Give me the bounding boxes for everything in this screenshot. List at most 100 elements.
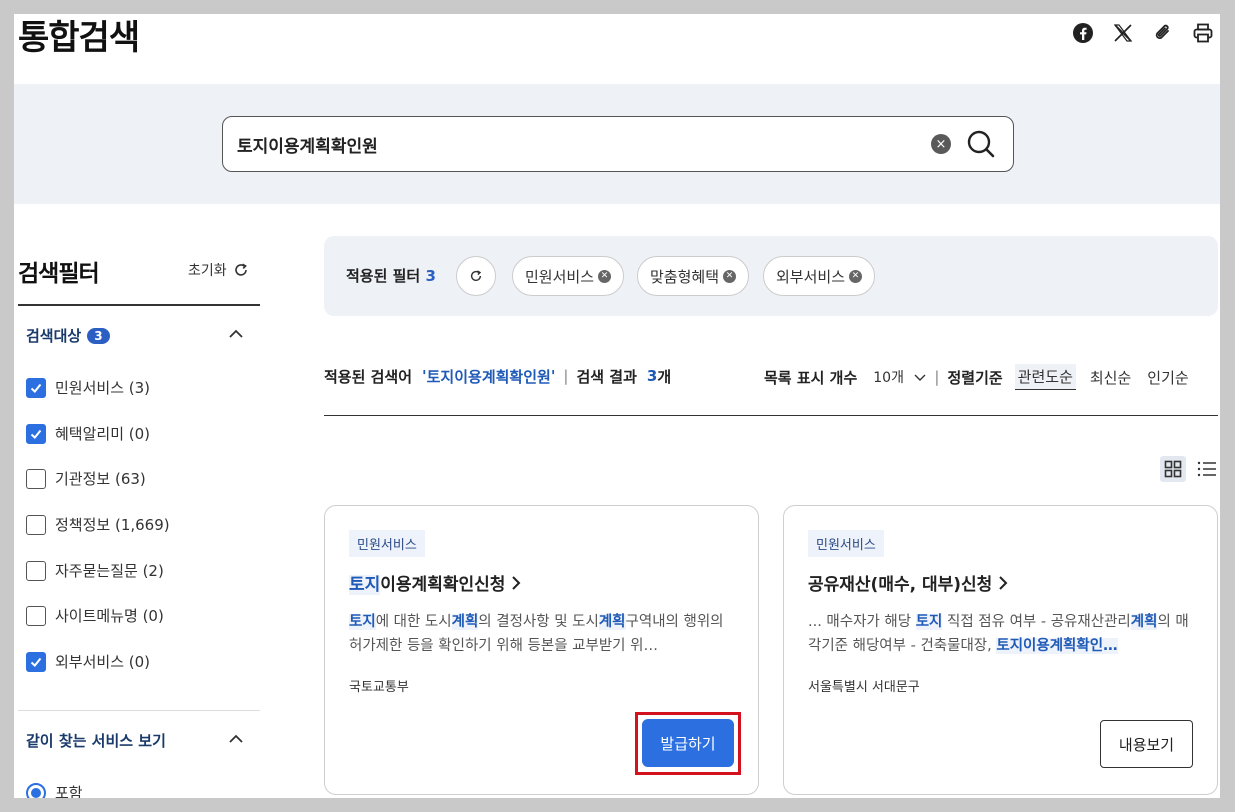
close-icon[interactable]: ✕ <box>849 269 863 283</box>
filter-option[interactable]: 사이트메뉴명 (0) <box>26 605 164 626</box>
desc-part: 에 대한 도시 <box>375 614 452 630</box>
query-value: 토지이용계획확인원 <box>426 367 551 386</box>
x-icon[interactable] <box>1110 20 1136 46</box>
radio-option[interactable]: 포함 <box>26 782 83 798</box>
section-target-header[interactable]: 검색대상 3 <box>26 325 110 346</box>
checkbox[interactable] <box>26 468 46 489</box>
print-icon[interactable] <box>1190 20 1216 46</box>
applied-filters: 적용된 필터 3 민원서비스 ✕ 맞춤형혜택 ✕ 외부서비스 ✕ <box>324 236 1218 316</box>
filter-option-label: 혜택알리미 (0) <box>55 425 151 443</box>
facebook-icon[interactable] <box>1070 20 1096 46</box>
filter-chip[interactable]: 민원서비스 ✕ <box>512 256 625 296</box>
chip-label: 민원서비스 <box>525 267 595 286</box>
card-description: ... 매수자가 해당 토지 직접 점유 여부 - 공유재산관리계획의 매각기준… <box>808 610 1198 658</box>
applied-reset-button[interactable] <box>456 256 496 296</box>
per-page-label: 목록 표시 개수 <box>764 368 858 387</box>
desc-part: 의 결정사항 및 도시 <box>478 614 599 630</box>
check-icon <box>30 383 42 393</box>
checkbox[interactable] <box>26 514 46 535</box>
search-box: × <box>222 116 1014 172</box>
chevron-right-icon <box>512 575 521 590</box>
divider <box>324 415 1218 416</box>
sort-option-relevance[interactable]: 관련도순 <box>1014 364 1076 390</box>
filter-option-label: 기관정보 (63) <box>55 470 146 488</box>
chevron-down-icon <box>914 374 926 381</box>
category-tag: 민원서비스 <box>349 530 425 557</box>
filter-option-label: 자주묻는질문 (2) <box>55 562 164 580</box>
desc-part: 계획 <box>451 614 479 630</box>
filter-option[interactable]: 민원서비스 (3) <box>26 377 150 398</box>
per-page-select[interactable]: 10개 <box>873 367 926 387</box>
sort-option-popular[interactable]: 인기순 <box>1147 367 1188 388</box>
card-title-link[interactable]: 토지이용계획확인신청 <box>349 570 521 595</box>
result-card: 민원서비스 공유재산(매수, 대부)신청 ... 매수자가 해당 토지 직접 점… <box>783 505 1218 795</box>
result-count: 3 <box>646 367 658 385</box>
page: 통합검색 × 검색필터 초기화 검색대상 3 민원서비스 (3) <box>14 14 1220 798</box>
chevron-right-icon <box>999 575 1008 590</box>
refresh-icon <box>470 270 482 282</box>
category-tag: 민원서비스 <box>808 530 884 557</box>
checkbox[interactable] <box>26 377 46 398</box>
divider <box>18 710 260 711</box>
view-details-button[interactable]: 내용보기 <box>1100 720 1193 768</box>
result-label: 검색 결과 <box>576 367 637 386</box>
count-badge: 3 <box>87 327 110 344</box>
desc-part: 계획 <box>1130 614 1158 630</box>
radio-button[interactable] <box>26 782 46 798</box>
organization: 국토교통부 <box>349 680 409 695</box>
list-controls: 목록 표시 개수 10개 | 정렬기준 관련도순 최신순 인기순 <box>764 364 1189 390</box>
close-icon[interactable]: ✕ <box>723 269 737 283</box>
card-description: 토지에 대한 도시계획의 결정사항 및 도시계획구역내의 행위의 허가제한 등을… <box>349 610 739 658</box>
desc-part: 토지 <box>349 614 376 630</box>
checkbox[interactable] <box>26 560 46 581</box>
list-icon <box>1197 461 1216 477</box>
chevron-up-icon[interactable] <box>228 731 244 747</box>
organization: 서울특별시 서대문구 <box>808 680 920 695</box>
list-view-button[interactable] <box>1194 456 1220 482</box>
search-button[interactable] <box>965 128 997 160</box>
card-title-link[interactable]: 공유재산(매수, 대부)신청 <box>808 570 1008 595</box>
filter-option[interactable]: 기관정보 (63) <box>26 468 146 489</box>
chip-label: 외부서비스 <box>776 267 846 286</box>
checkbox[interactable] <box>26 651 46 672</box>
chip-label: 맞춤형혜택 <box>650 267 720 286</box>
result-unit: 개 <box>657 367 672 386</box>
divider <box>18 304 260 306</box>
desc-part: ... 매수자가 해당 <box>808 614 916 630</box>
share-toolbar <box>1070 20 1216 46</box>
clear-search-button[interactable]: × <box>931 134 951 154</box>
title-text: 이용계획확인신청 <box>380 575 506 595</box>
query-close: ' <box>550 367 556 385</box>
applied-filter-text: 적용된 필터 <box>346 267 421 285</box>
sort-option-latest[interactable]: 최신순 <box>1090 367 1131 388</box>
search-icon <box>967 130 995 158</box>
filter-option[interactable]: 자주묻는질문 (2) <box>26 560 164 581</box>
result-summary: 적용된 검색어 ' 토지이용계획확인원 ' | 검색 결과 3 개 목록 표시 … <box>324 364 1218 390</box>
section-related-header[interactable]: 같이 찾는 서비스 보기 <box>26 730 166 751</box>
filter-option[interactable]: 외부서비스 (0) <box>26 651 150 672</box>
section-title: 같이 찾는 서비스 보기 <box>26 732 166 750</box>
checkbox[interactable] <box>26 605 46 626</box>
filter-reset-button[interactable]: 초기화 <box>188 260 249 280</box>
desc-part: 토지이용계획확인… <box>996 638 1118 654</box>
filter-option-label: 민원서비스 (3) <box>55 379 151 397</box>
page-title: 통합검색 <box>18 18 140 58</box>
attach-icon[interactable] <box>1150 20 1176 46</box>
close-icon[interactable]: ✕ <box>598 269 612 283</box>
filter-option[interactable]: 혜택알리미 (0) <box>26 423 150 444</box>
filter-chip[interactable]: 맞춤형혜택 ✕ <box>637 256 750 296</box>
desc-part: 직접 점유 여부 - 공유재산관리 <box>942 614 1131 630</box>
issue-button[interactable]: 발급하기 <box>642 719 734 767</box>
filter-title: 검색필터 <box>18 261 100 287</box>
filter-chip[interactable]: 외부서비스 ✕ <box>763 256 876 296</box>
check-icon <box>30 657 42 667</box>
grid-view-button[interactable] <box>1160 456 1186 482</box>
desc-part: 계획 <box>598 614 626 630</box>
filter-option[interactable]: 정책정보 (1,669) <box>26 514 170 535</box>
checkbox[interactable] <box>26 423 46 444</box>
chevron-up-icon[interactable] <box>228 326 244 342</box>
search-input[interactable] <box>237 117 917 171</box>
applied-filter-label: 적용된 필터 3 <box>346 265 436 286</box>
result-card: 민원서비스 토지이용계획확인신청 토지에 대한 도시계획의 결정사항 및 도시계… <box>324 505 759 795</box>
sort-label: 정렬기준 <box>947 368 1003 387</box>
